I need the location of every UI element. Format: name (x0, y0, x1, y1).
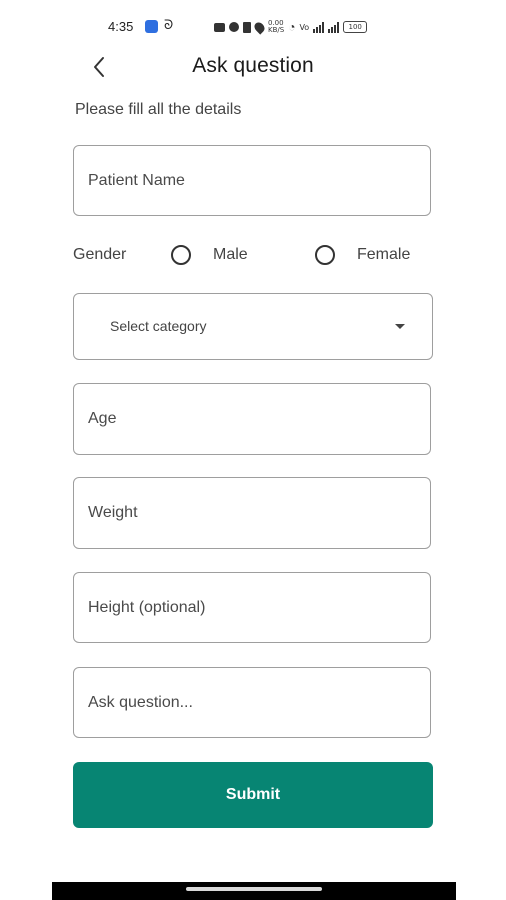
form-subtitle: Please fill all the details (75, 101, 242, 118)
age-field (73, 383, 431, 455)
weight-field (73, 477, 431, 549)
signal-icon-2 (328, 21, 340, 33)
gender-row: Gender Male Female (73, 240, 433, 270)
male-radio[interactable] (171, 245, 191, 265)
female-radio[interactable] (315, 245, 335, 265)
dropdown-arrow-icon (395, 324, 405, 329)
category-select-value: Select category (110, 318, 207, 334)
submit-label: Submit (225, 786, 281, 803)
data-speed-icon: 0.00 KB/S (268, 19, 285, 34)
alarm-icon (229, 22, 239, 32)
app-header: Ask question (0, 46, 506, 86)
gender-female-option[interactable]: Female (315, 240, 410, 270)
app-notification-icon (145, 20, 158, 33)
patient-name-input[interactable] (74, 146, 430, 215)
gender-male-option[interactable]: Male (171, 240, 248, 270)
question-input[interactable] (74, 668, 430, 737)
volte-icon: Vo (299, 22, 310, 32)
gender-label: Gender (73, 246, 127, 263)
vibrate-icon (243, 21, 251, 33)
male-label: Male (213, 246, 248, 263)
home-gesture-handle[interactable] (186, 887, 322, 891)
category-select[interactable]: Select category (73, 293, 433, 360)
female-label: Female (357, 246, 411, 263)
location-icon (252, 19, 267, 35)
system-nav-bar (52, 882, 456, 900)
patient-name-field (73, 145, 431, 216)
status-time: 4:35 (108, 19, 134, 34)
question-field (73, 667, 431, 738)
app-icon-2: ᘐ (164, 17, 174, 32)
status-bar: 4:35 ᘐ 0.00 KB/S ◔ Vo 100 (0, 0, 506, 52)
submit-button[interactable]: Submit (73, 762, 433, 828)
height-field (73, 572, 431, 643)
battery-icon: 100 (343, 21, 368, 33)
signal-icon-1 (313, 21, 325, 33)
status-icons: 0.00 KB/S ◔ Vo 100 (214, 18, 368, 36)
page-title: Ask question (192, 54, 314, 77)
age-input[interactable] (74, 384, 430, 454)
weight-input[interactable] (74, 478, 430, 548)
nfc-icon (214, 22, 225, 32)
wifi-icon: ◔ (288, 20, 296, 34)
height-input[interactable] (74, 573, 430, 642)
